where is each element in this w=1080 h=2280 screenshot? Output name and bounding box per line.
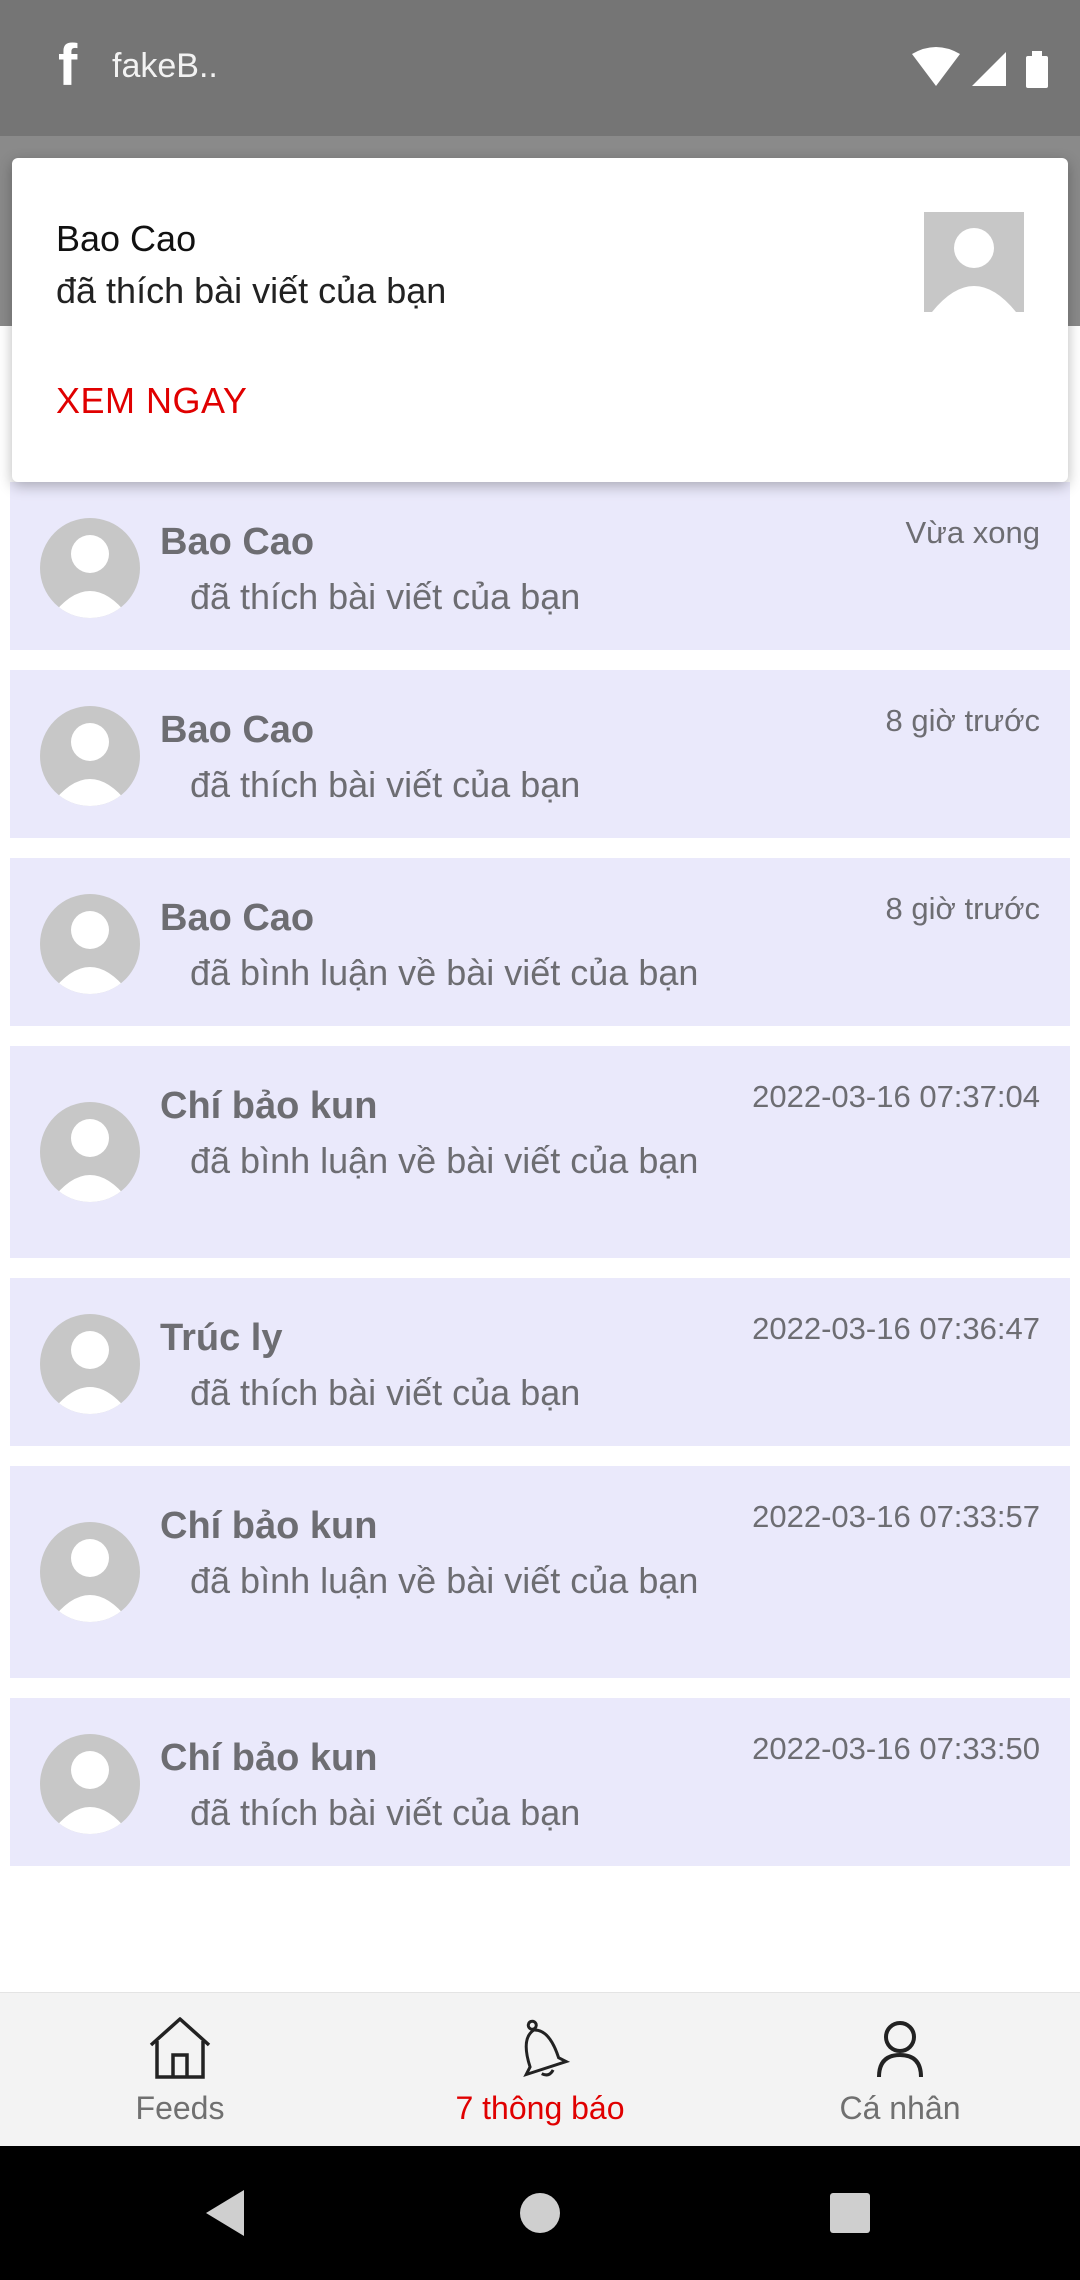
avatar [40, 1314, 140, 1414]
notification-sender: Bao Cao [160, 709, 315, 751]
tab-label: Cá nhân [839, 2090, 961, 2126]
notification-sender: Trúc ly [160, 1317, 283, 1359]
tab-profile[interactable]: Cá nhân [720, 1993, 1080, 2147]
tab-feeds[interactable]: Feeds [0, 1993, 360, 2147]
status-app-name: fakeB.. [112, 47, 218, 85]
list-item[interactable]: Chí bảo kun đã thích bài viết của bạn 20… [10, 1698, 1070, 1866]
wifi-icon [912, 47, 960, 86]
notification-sender: Bao Cao [160, 897, 315, 939]
battery-icon [1026, 51, 1048, 88]
home-icon [149, 2017, 211, 2079]
notification-time: 2022-03-16 07:33:57 [752, 1499, 1040, 1534]
list-item[interactable]: Bao Cao đã bình luận về bài viết của bạn… [10, 858, 1070, 1026]
person-icon [877, 2021, 923, 2078]
notification-sender: Bao Cao [160, 521, 315, 563]
list-item[interactable]: Chí bảo kun đã bình luận về bài viết của… [10, 1466, 1070, 1678]
facebook-icon: f [58, 33, 78, 98]
notification-message: đã thích bài viết của bạn [190, 1372, 581, 1413]
avatar [40, 894, 140, 994]
notification-time: 2022-03-16 07:36:47 [752, 1311, 1040, 1346]
notification-message: đã bình luận về bài viết của bạn [190, 952, 699, 993]
signal-icon [972, 52, 1006, 86]
back-icon[interactable] [166, 2146, 286, 2280]
avatar [40, 1734, 140, 1834]
notification-time: 2022-03-16 07:33:50 [752, 1731, 1040, 1766]
status-bar: f fakeB.. [0, 0, 1080, 136]
notification-time: 2022-03-16 07:37:04 [752, 1079, 1040, 1114]
avatar [40, 518, 140, 618]
notification-list[interactable]: Bao Cao đã thích bài viết của bạn Vừa xo… [10, 482, 1070, 1886]
notification-sender: Chí bảo kun [160, 1737, 378, 1779]
notification-sender: Chí bảo kun [160, 1085, 378, 1127]
avatar [924, 212, 1024, 312]
bottom-tab-bar: Feeds 7 thông báo Cá nhân [0, 1992, 1080, 2146]
notification-message: đã bình luận về bài viết của bạn [190, 1560, 699, 1601]
notification-message: đã thích bài viết của bạn [190, 1792, 581, 1833]
notification-message: đã thích bài viết của bạn [190, 576, 581, 617]
notification-time: 8 giờ trước [885, 703, 1040, 738]
system-nav-bar [0, 2146, 1080, 2280]
bell-icon [523, 2019, 571, 2078]
heads-up-text: đã thích bài viết của bạn [56, 270, 447, 311]
notification-time: Vừa xong [905, 515, 1040, 550]
list-item[interactable]: Bao Cao đã thích bài viết của bạn 8 giờ … [10, 670, 1070, 838]
notification-time: 8 giờ trước [885, 891, 1040, 926]
heads-up-notification[interactable]: Bao Cao đã thích bài viết của bạn XEM NG… [12, 158, 1068, 482]
list-item[interactable]: Bao Cao đã thích bài viết của bạn Vừa xo… [10, 482, 1070, 650]
avatar [40, 706, 140, 806]
home-circle-icon[interactable] [480, 2146, 600, 2280]
recents-icon[interactable] [790, 2146, 910, 2280]
tab-notifications[interactable]: 7 thông báo [360, 1993, 720, 2147]
avatar [40, 1522, 140, 1622]
notification-message: đã bình luận về bài viết của bạn [190, 1140, 699, 1181]
heads-up-title: Bao Cao [56, 218, 197, 259]
status-icons [912, 47, 1048, 88]
tab-label: 7 thông báo [455, 2090, 625, 2126]
list-item[interactable]: Trúc ly đã thích bài viết của bạn 2022-0… [10, 1278, 1070, 1446]
tab-label: Feeds [135, 2090, 225, 2126]
avatar [40, 1102, 140, 1202]
notification-sender: Chí bảo kun [160, 1505, 378, 1547]
list-item[interactable]: Chí bảo kun đã bình luận về bài viết của… [10, 1046, 1070, 1258]
notification-message: đã thích bài viết của bạn [190, 764, 581, 805]
view-now-button[interactable]: XEM NGAY [56, 380, 247, 422]
